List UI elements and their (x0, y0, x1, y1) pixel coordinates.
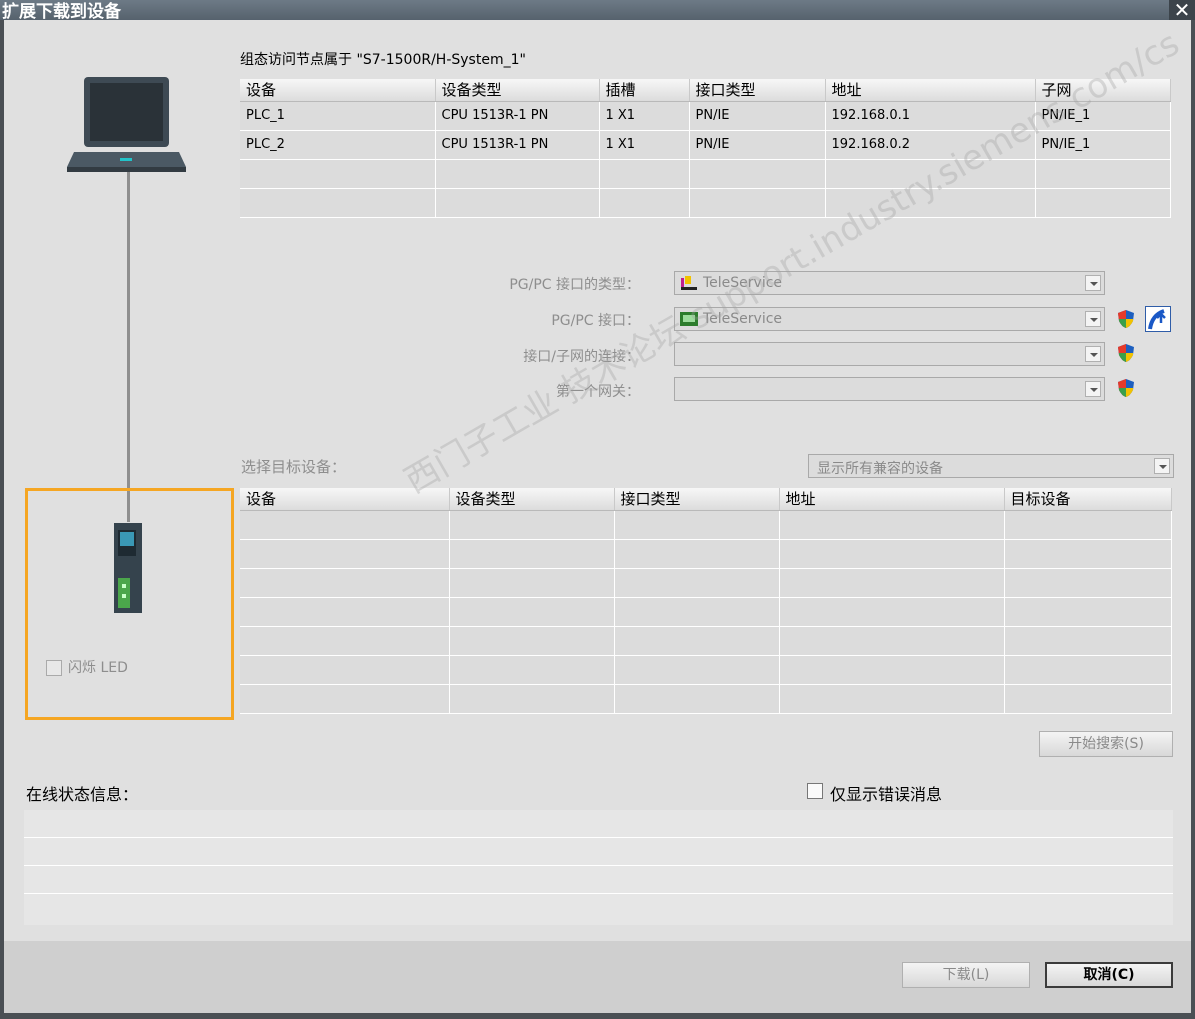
table-row (240, 539, 1172, 569)
column-header-device-type[interactable]: 设备类型 (435, 79, 600, 102)
start-search-button[interactable]: 开始搜索(S) (1039, 731, 1173, 757)
chevron-down-icon[interactable] (1085, 311, 1101, 327)
list-item (24, 866, 1173, 894)
shield-icon[interactable] (1116, 378, 1136, 398)
table-row (240, 159, 1171, 189)
column-header-device[interactable]: 设备 (240, 79, 436, 102)
table-row (240, 188, 1171, 218)
errors-only-label: 仅显示错误消息 (830, 785, 943, 804)
shield-icon[interactable] (1116, 309, 1136, 329)
cell-slot: 1 X1 (599, 130, 690, 160)
chevron-down-icon[interactable] (1085, 275, 1101, 291)
cell-device-type: CPU 1513R-1 PN (435, 101, 600, 131)
cell-device-type: CPU 1513R-1 PN (435, 130, 600, 160)
shield-icon[interactable] (1116, 343, 1136, 363)
column-header-slot[interactable]: 插槽 (599, 79, 690, 102)
config-access-label: 组态访问节点属于 "S7-1500R/H-System_1" (240, 52, 526, 68)
table-row (240, 597, 1172, 627)
list-item (24, 810, 1173, 838)
connection-line (127, 172, 130, 522)
column-header-interface-type[interactable]: 接口类型 (614, 488, 780, 511)
target-device-table: 设备 设备类型 接口类型 地址 目标设备 (240, 488, 1172, 714)
column-header-target-device[interactable]: 目标设备 (1004, 488, 1172, 511)
column-header-address[interactable]: 地址 (779, 488, 1005, 511)
window-title: 扩展下载到设备 (2, 2, 121, 22)
device-filter-value: 显示所有兼容的设备 (817, 461, 943, 477)
column-header-interface-type[interactable]: 接口类型 (689, 79, 826, 102)
cell-slot: 1 X1 (599, 101, 690, 131)
pgpc-type-label: PG/PC 接口的类型： (509, 277, 640, 293)
download-button[interactable]: 下载(L) (902, 962, 1030, 988)
flash-led-label: 闪烁 LED (68, 660, 128, 676)
online-status-list (24, 810, 1173, 925)
select-target-label: 选择目标设备： (241, 458, 347, 476)
device-filter-select[interactable]: 显示所有兼容的设备 (808, 454, 1174, 478)
table-row (240, 655, 1172, 685)
chevron-down-icon[interactable] (1085, 346, 1101, 362)
table-row (240, 568, 1172, 598)
online-status-label: 在线状态信息： (26, 785, 139, 804)
cell-interface-type: PN/IE (689, 101, 826, 131)
download-dialog: 闪烁 LED 组态访问节点属于 "S7-1500R/H-System_1" 设备… (4, 20, 1191, 1013)
list-item (24, 838, 1173, 866)
cell-device: PLC_1 (240, 101, 436, 131)
online-icon[interactable] (1145, 306, 1171, 332)
table-row (240, 684, 1172, 714)
column-header-address[interactable]: 地址 (825, 79, 1036, 102)
flash-led-checkbox[interactable] (46, 660, 62, 676)
chevron-down-icon[interactable] (1085, 381, 1101, 397)
list-item (24, 894, 1173, 922)
title-bar: 扩展下载到设备 ✕ (0, 0, 1195, 22)
table-row (240, 626, 1172, 656)
cell-device: PLC_2 (240, 130, 436, 160)
cell-interface-type: PN/IE (689, 130, 826, 160)
table-row (240, 510, 1172, 540)
errors-only-checkbox[interactable] (807, 783, 823, 799)
subnet-connection-select[interactable] (674, 342, 1105, 366)
cancel-button[interactable]: 取消(C) (1045, 962, 1173, 988)
first-gateway-select[interactable] (674, 377, 1105, 401)
column-header-device-type[interactable]: 设备类型 (449, 488, 615, 511)
chevron-down-icon[interactable] (1154, 458, 1170, 474)
close-icon[interactable]: ✕ (1169, 0, 1195, 20)
plc-device-icon (114, 523, 142, 613)
